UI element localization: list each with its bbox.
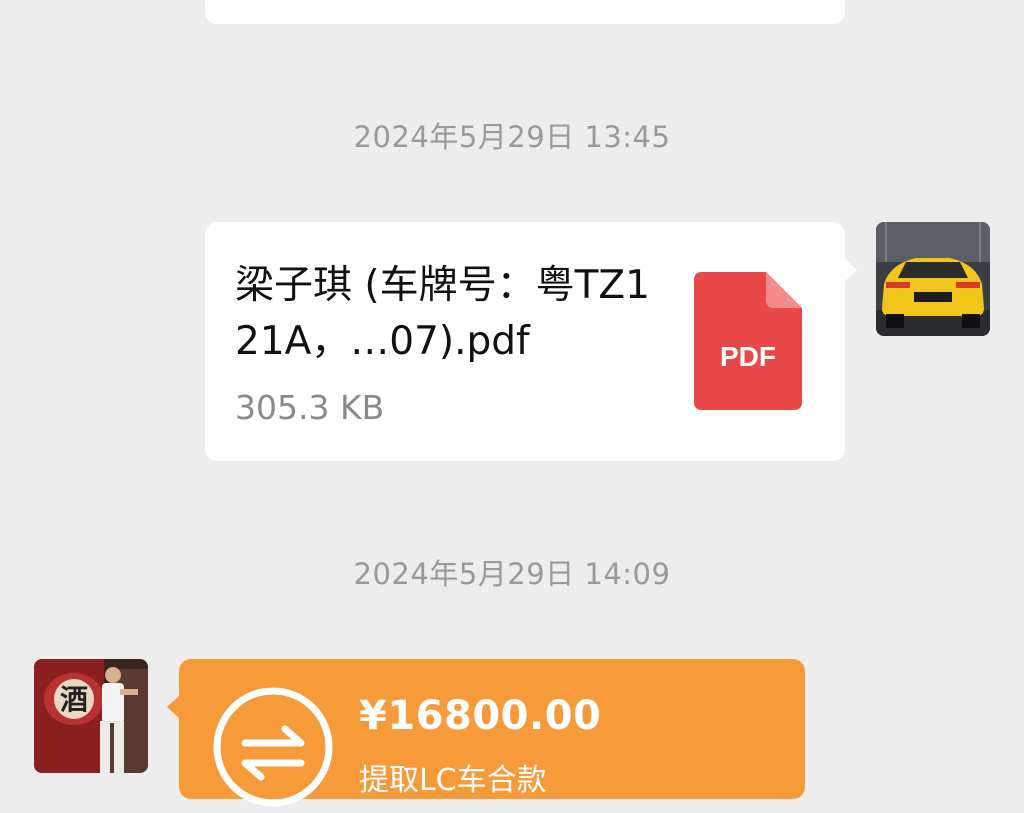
file-name: 梁子琪 (车牌号：粤TZ121A，…07).pdf [235,263,650,364]
contact-avatar[interactable]: 酒 [34,659,148,773]
self-avatar[interactable] [876,222,990,336]
file-size: 305.3 KB [235,388,385,427]
pdf-file-icon: PDF [694,272,802,410]
transfer-arrows-icon [211,685,335,809]
transfer-memo: 提取LC车合款 [359,763,547,798]
message-timestamp: 2024年5月29日 13:45 [353,120,671,154]
previous-message-bubble[interactable] [205,0,845,24]
file-message-bubble[interactable]: 梁子琪 (车牌号：粤TZ121A，…07).pdf 305.3 KB PDF [205,222,857,461]
message-timestamp: 2024年5月29日 14:09 [353,557,671,591]
transfer-amount: ¥16800.00 [359,693,602,739]
sign-text: 酒 [60,683,88,716]
transfer-message-bubble[interactable]: ¥16800.00 提取LC车合款 [167,659,805,807]
pdf-icon-label: PDF [720,341,776,372]
